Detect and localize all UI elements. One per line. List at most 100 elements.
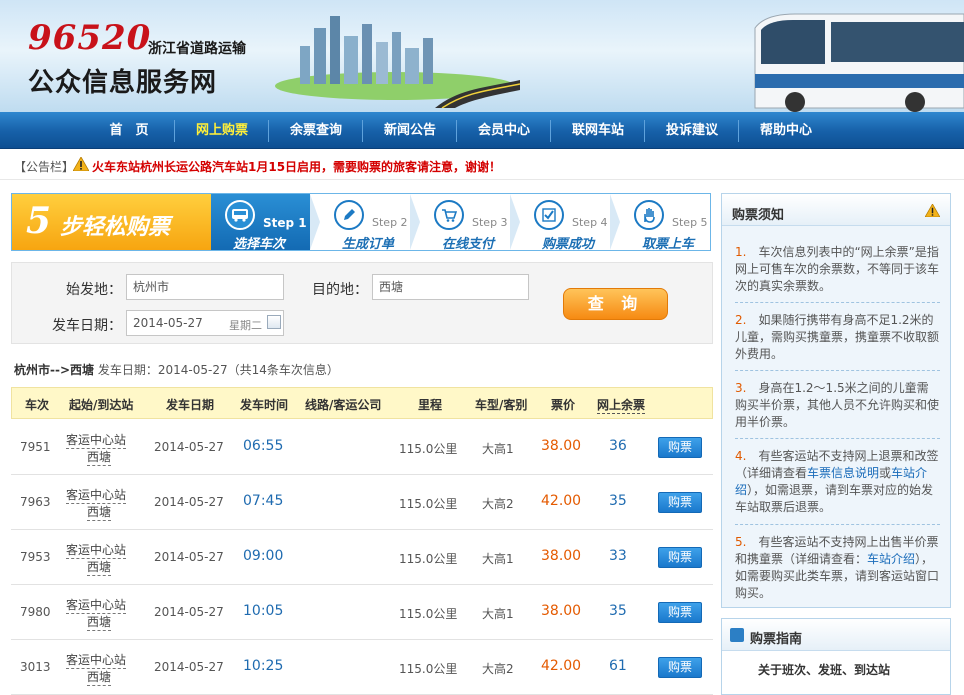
cell-distance: 115.0公里 — [399, 552, 458, 566]
cell-price: 38.00 — [541, 438, 582, 454]
step-arrow — [610, 194, 620, 250]
nav-separator — [644, 120, 645, 142]
cell-time: 09:00 — [243, 548, 284, 564]
step-3-label: 在线支付 — [442, 237, 495, 252]
note-text: 车次信息列表中的“网上余票”是指网上可售车次的余票数，不等同于该车次的真实余票数… — [735, 245, 940, 293]
nav-separator — [268, 120, 269, 142]
buy-ticket-button[interactable]: 购票 — [658, 492, 702, 513]
table-row: 7963 客运中心站 西塘 2014-05-27 07:45 115.0公里 大… — [11, 475, 713, 530]
cell-time: 10:05 — [243, 603, 284, 619]
table-row: 7980 客运中心站 西塘 2014-05-27 10:05 115.0公里 大… — [11, 585, 713, 640]
cart-icon — [434, 200, 464, 230]
ticket-guide-item[interactable]: 关于班次、发班、到达站 — [758, 661, 890, 678]
note-item: 5. 有些客运站不支持网上出售半价票和携童票（详细请查看：车站介绍），如需要购买… — [735, 534, 940, 602]
note-item: 4. 有些客运站不支持网上退票和改签（详细请查看车票信息说明或车站介绍），如需退… — [735, 448, 940, 516]
cell-distance: 115.0公里 — [399, 662, 458, 676]
announcement-text[interactable]: 火车东站杭州长运公路汽车站1月15日启用，需要购票的旅客请注意，谢谢！ — [92, 158, 501, 175]
cell-remaining: 61 — [609, 658, 627, 674]
buy-ticket-button[interactable]: 购票 — [658, 547, 702, 568]
nav-stations[interactable]: 联网车站 — [552, 112, 644, 149]
result-summary: 杭州市-->西塘 发车日期：2014-05-27（共14条车次信息） — [14, 361, 339, 378]
step-4-number: Step 4 — [572, 216, 608, 229]
note-text: 身高在1.2～1.5米之间的儿童需购买半价票，其他人员不允许购买和使用半价票。 — [735, 381, 940, 429]
step-3: Step 3 在线支付 — [420, 194, 510, 252]
nav-member-center[interactable]: 会员中心 — [458, 112, 550, 149]
nav-separator — [362, 120, 363, 142]
from-input[interactable]: 杭州市 — [126, 274, 284, 300]
buy-ticket-button[interactable]: 购票 — [658, 657, 702, 678]
purchase-notes-panel: 购票须知 1. 车次信息列表中的“网上余票”是指网上可售车次的余票数，不等同于该… — [721, 193, 951, 608]
step-3-number: Step 3 — [472, 216, 508, 229]
cell-to-station[interactable]: 西塘 — [87, 503, 112, 521]
note-number: 2. — [735, 313, 747, 327]
cell-from-station[interactable]: 客运中心站 — [66, 651, 127, 669]
nav-separator — [174, 120, 175, 142]
city-skyline-illustration — [275, 16, 520, 108]
col-header-remaining[interactable]: 网上余票 — [597, 396, 646, 414]
logo-site-title[interactable]: 公众信息服务网 — [28, 62, 217, 99]
announcement-bar: 【公告栏】 火车东站杭州长运公路汽车站1月15日启用，需要购票的旅客请注意，谢谢… — [0, 150, 964, 180]
cell-type: 大高1 — [482, 442, 514, 456]
nav-remaining-tickets[interactable]: 余票查询 — [270, 112, 362, 149]
step-1: Step 1 选择车次 — [211, 194, 310, 252]
col-header-stations: 起始/到达站 — [69, 398, 134, 412]
ticket-info-link[interactable]: 车票信息说明 — [807, 466, 879, 480]
cell-to-station[interactable]: 西塘 — [87, 613, 112, 631]
ticket-guide-header: 购票指南 — [722, 619, 950, 651]
cell-distance: 115.0公里 — [399, 442, 458, 456]
purchase-notes-header: 购票须知 — [722, 194, 950, 226]
step-arrow — [310, 194, 320, 250]
col-header-type: 车型/客别 — [475, 398, 528, 412]
cell-remaining: 35 — [609, 603, 627, 619]
step-2: Step 2 生成订单 — [320, 194, 410, 252]
cell-from-station[interactable]: 客运中心站 — [66, 596, 127, 614]
station-intro-link[interactable]: 车站介绍 — [867, 552, 915, 566]
nav-news[interactable]: 新闻公告 — [364, 112, 456, 149]
cell-remaining: 36 — [609, 438, 627, 454]
buy-ticket-button[interactable]: 购票 — [658, 602, 702, 623]
note-number: 3. — [735, 381, 747, 395]
cell-from-station[interactable]: 客运中心站 — [66, 541, 127, 559]
main-nav: 首 页 网上购票 余票查询 新闻公告 会员中心 联网车站 投诉建议 帮助中心 — [0, 112, 964, 149]
warning-icon — [73, 157, 89, 171]
cell-from-station[interactable]: 客运中心站 — [66, 486, 127, 504]
note-number: 5. — [735, 535, 747, 549]
step-2-number: Step 2 — [372, 216, 408, 229]
cell-type: 大高1 — [482, 552, 514, 566]
search-button[interactable]: 查 询 — [563, 288, 668, 320]
nav-home[interactable]: 首 页 — [84, 112, 174, 149]
note-divider — [735, 524, 940, 525]
cell-to-station[interactable]: 西塘 — [87, 668, 112, 686]
cell-distance: 115.0公里 — [399, 497, 458, 511]
nav-help[interactable]: 帮助中心 — [740, 112, 832, 149]
col-header-route: 线路/客运公司 — [305, 398, 382, 412]
col-header-distance: 里程 — [418, 398, 443, 412]
cell-time: 06:55 — [243, 438, 284, 454]
step-5-number: Step 5 — [672, 216, 708, 229]
pencil-icon — [334, 200, 364, 230]
nav-complaints[interactable]: 投诉建议 — [646, 112, 738, 149]
logo-hotline[interactable]: 96520 — [28, 18, 151, 58]
step-1-label: 选择车次 — [233, 237, 286, 252]
calendar-icon[interactable] — [267, 315, 281, 329]
cell-from-station[interactable]: 客运中心站 — [66, 431, 127, 449]
steps-badge: 5 步轻松购票 — [12, 194, 211, 250]
col-header-time: 发车时间 — [240, 398, 289, 412]
cell-to-station[interactable]: 西塘 — [87, 448, 112, 466]
note-item: 3. 身高在1.2～1.5米之间的儿童需购买半价票，其他人员不允许购买和使用半价… — [735, 380, 940, 431]
cell-no: 7963 — [20, 495, 51, 509]
step-arrow — [410, 194, 420, 250]
ticket-guide-panel: 购票指南 关于班次、发班、到达站 — [721, 618, 951, 695]
table-header: 车次 起始/到达站 发车日期 发车时间 线路/客运公司 里程 车型/客别 票价 … — [11, 387, 713, 419]
buy-ticket-button[interactable]: 购票 — [658, 437, 702, 458]
announcement-label: 【公告栏】 — [14, 160, 75, 174]
table-row: 7953 客运中心站 西塘 2014-05-27 09:00 115.0公里 大… — [11, 530, 713, 585]
weekday-text: 星期二 — [229, 319, 262, 332]
cell-price: 42.00 — [541, 658, 582, 674]
to-input[interactable]: 西塘 — [372, 274, 529, 300]
schedule-table: 车次 起始/到达站 发车日期 发车时间 线路/客运公司 里程 车型/客别 票价 … — [11, 387, 713, 695]
step-4-label: 购票成功 — [542, 237, 595, 252]
cell-to-station[interactable]: 西塘 — [87, 558, 112, 576]
nav-online-ticket[interactable]: 网上购票 — [176, 112, 268, 149]
cell-price: 38.00 — [541, 603, 582, 619]
